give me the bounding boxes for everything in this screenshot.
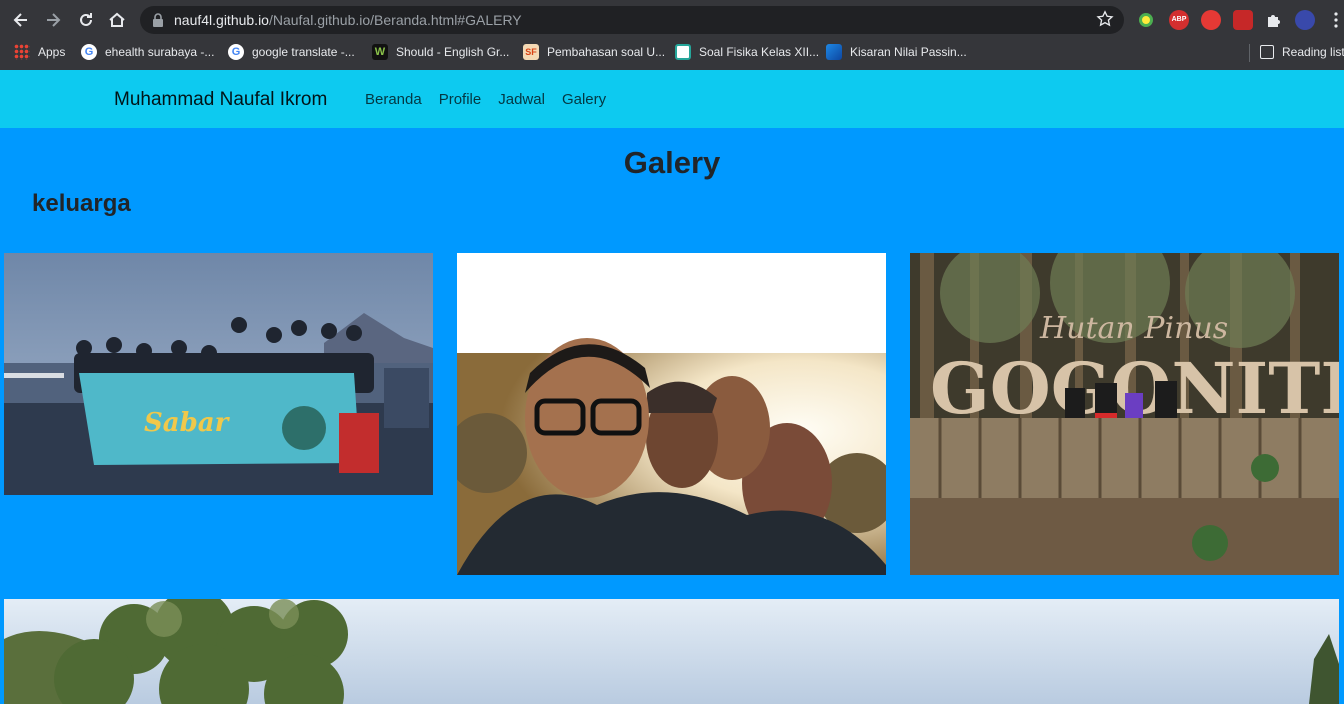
home-icon[interactable]	[105, 8, 129, 32]
bookmark-google-translate[interactable]: G google translate -...	[228, 43, 355, 61]
bookmark-label: Apps	[38, 45, 66, 59]
nav-link-jadwal[interactable]: Jadwal	[498, 91, 545, 108]
nav-link-beranda[interactable]: Beranda	[365, 91, 422, 108]
nav-link-profile[interactable]: Profile	[439, 91, 482, 108]
bookmark-apps[interactable]: Apps	[14, 43, 65, 61]
extension-globe-icon[interactable]	[1136, 10, 1156, 30]
menu-dots-icon[interactable]	[1328, 8, 1344, 32]
url-text[interactable]: nauf4l.github.io/Naufal.github.io/Berand…	[174, 12, 522, 28]
profile-avatar-icon[interactable]	[1295, 10, 1315, 30]
bookmarks-divider	[1249, 44, 1250, 62]
bookmark-ehealth[interactable]: G ehealth surabaya -...	[81, 43, 214, 61]
bookmark-label: ehealth surabaya -...	[105, 45, 215, 59]
forward-icon[interactable]	[41, 8, 65, 32]
bookmark-kisaran[interactable]: Kisaran Nilai Passin...	[826, 43, 967, 61]
bookmark-label: Pembahasan soal U...	[547, 45, 666, 59]
page-title: Galery	[623, 145, 721, 180]
k-favicon-icon	[826, 44, 842, 60]
lock-icon	[153, 13, 163, 27]
gallery-photo-gogoniti-sign[interactable]: GOGONITI Hutan Pinus	[910, 253, 1339, 575]
bookmark-pembahasan[interactable]: SF Pembahasan soal U...	[523, 43, 665, 61]
gallery-photo-landscape[interactable]	[4, 599, 1339, 704]
gallery-photo-selfie-sunset[interactable]	[457, 253, 886, 575]
bookmark-label: Soal Fisika Kelas XII...	[699, 45, 820, 59]
navbar-links: Beranda Profile Jadwal Galery	[365, 91, 623, 108]
reading-list-button[interactable]: Reading list	[1260, 43, 1344, 61]
hand-stop-icon[interactable]	[1201, 10, 1221, 30]
bookmark-label: Should - English Gr...	[396, 45, 510, 59]
bookmark-star-icon[interactable]	[1096, 10, 1114, 28]
adblock-icon[interactable]: ABP	[1169, 10, 1189, 30]
bookmark-should[interactable]: W Should - English Gr...	[372, 43, 509, 61]
extension-red-icon[interactable]	[1233, 10, 1253, 30]
svg-text:Hutan Pinus: Hutan Pinus	[1039, 311, 1228, 346]
bookmarks-bar: Apps G ehealth surabaya -... G google tr…	[0, 40, 1344, 64]
bookmark-soal-fisika[interactable]: Soal Fisika Kelas XII...	[675, 43, 819, 61]
address-bar[interactable]: nauf4l.github.io/Naufal.github.io/Berand…	[140, 6, 1124, 34]
navbar-brand[interactable]: Muhammad Naufal Ikrom	[114, 89, 327, 111]
url-host: nauf4l.github.io	[174, 12, 269, 28]
apps-grid-icon	[14, 44, 30, 60]
nav-link-galery[interactable]: Galery	[562, 91, 606, 108]
reading-list-icon	[1260, 45, 1274, 59]
svg-text:Sabar: Sabar	[144, 408, 231, 438]
section-title: keluarga	[32, 190, 131, 217]
s-favicon-icon	[675, 44, 691, 60]
gallery-photo-family-ship[interactable]: Sabar	[4, 253, 433, 495]
sf-favicon-icon: SF	[523, 44, 539, 60]
puzzle-icon[interactable]	[1264, 10, 1284, 30]
site-navbar: Muhammad Naufal Ikrom Beranda Profile Ja…	[0, 70, 1344, 128]
back-icon[interactable]	[9, 8, 33, 32]
reload-icon[interactable]	[74, 8, 98, 32]
browser-chrome: nauf4l.github.io/Naufal.github.io/Berand…	[0, 0, 1344, 70]
reading-list-label: Reading list	[1282, 45, 1344, 59]
google-icon: G	[228, 44, 244, 60]
browser-toolbar: nauf4l.github.io/Naufal.github.io/Berand…	[0, 0, 1344, 40]
url-path: /Naufal.github.io/Beranda.html#GALERY	[268, 12, 522, 28]
bookmark-label: Kisaran Nilai Passin...	[850, 45, 967, 59]
bookmark-label: google translate -...	[252, 45, 355, 59]
google-icon: G	[81, 44, 97, 60]
w-favicon-icon: W	[372, 44, 388, 60]
